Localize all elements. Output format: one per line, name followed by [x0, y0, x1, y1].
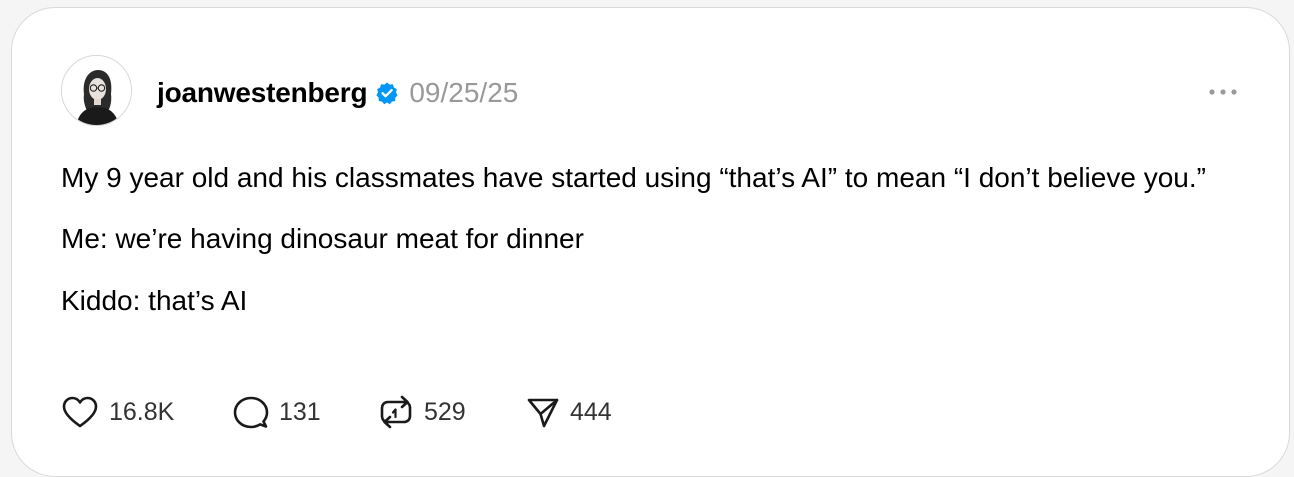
repost-arrows-icon	[380, 395, 412, 429]
share-button[interactable]: 444	[526, 395, 612, 429]
speech-bubble-icon	[233, 396, 269, 429]
heart-icon	[62, 396, 98, 428]
post-paragraph: Me: we’re having dinosaur meat for dinne…	[61, 223, 584, 254]
username[interactable]: joanwestenberg	[157, 77, 368, 109]
post-body: My 9 year old and his classmates have st…	[61, 158, 1241, 321]
like-count: 16.8K	[109, 397, 175, 426]
more-options-icon[interactable]	[1208, 88, 1238, 96]
share-count: 444	[570, 397, 612, 426]
verified-badge-icon	[376, 82, 398, 105]
paper-plane-icon	[527, 398, 559, 428]
avatar[interactable]	[61, 55, 132, 126]
reply-count: 131	[279, 397, 321, 426]
reply-button[interactable]: 131	[233, 395, 378, 429]
avatar-portrait	[62, 56, 131, 125]
post-date[interactable]: 09/25/25	[409, 77, 518, 109]
post-actions: 16.8K 131 529 444	[61, 392, 612, 432]
post-paragraph: My 9 year old and his classmates have st…	[61, 162, 1206, 193]
post-card: joanwestenberg 09/25/25 My 9 year old an…	[11, 7, 1290, 477]
repost-count: 529	[424, 397, 466, 426]
post-paragraph: Kiddo: that’s AI	[61, 285, 248, 316]
post-header: joanwestenberg 09/25/25	[157, 75, 518, 111]
repost-button[interactable]: 529	[378, 394, 526, 430]
like-button[interactable]: 16.8K	[61, 395, 233, 429]
